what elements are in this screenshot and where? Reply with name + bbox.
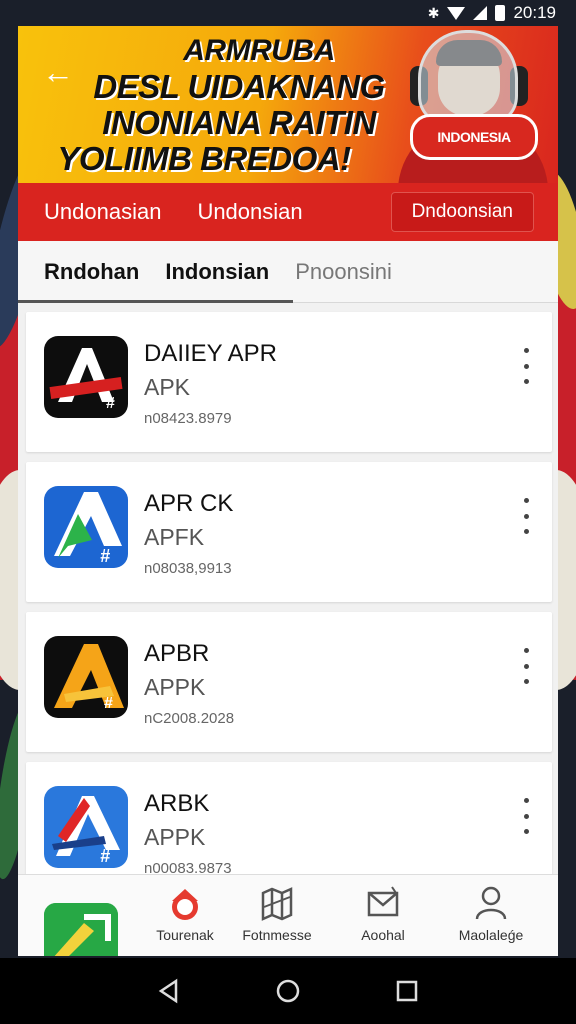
more-options-icon[interactable] — [516, 498, 536, 534]
app-kind: APPK — [144, 824, 206, 850]
svg-text:#: # — [104, 695, 113, 712]
map-icon — [261, 887, 293, 921]
list-item[interactable]: # APR CK APFK n08038,9913 — [26, 462, 552, 602]
nav-label-profile: Maolaleǵe — [458, 927, 524, 943]
app-icon-a-blue-green: # — [44, 486, 128, 568]
category-tab-2[interactable]: Undonsian — [197, 199, 302, 225]
app-version: n08038,9913 — [144, 560, 232, 577]
nav-label-map: Fotnmesse — [242, 927, 312, 943]
mail-icon — [367, 886, 399, 917]
svg-text:#: # — [100, 846, 110, 866]
app-icon-a-orange: # — [44, 636, 128, 718]
list-item[interactable]: # APBR APPK nC2008.2028 — [26, 612, 552, 752]
status-time: 20:19 — [513, 3, 556, 22]
svg-text:#: # — [100, 546, 110, 566]
bluetooth-icon: ✱ — [427, 4, 440, 21]
banner-headline: ARMRUBA DESL UIDAKNANG INONIANA RAITIN Y… — [57, 26, 404, 183]
app-version: n08423.8979 — [144, 410, 232, 427]
app-name: APBR — [144, 640, 210, 667]
status-bar: ✱ 20:19 — [0, 0, 576, 26]
category-button[interactable]: Dndoonsian — [390, 192, 534, 232]
launcher-app-icon[interactable] — [44, 903, 118, 956]
app-name: DAIIEY APR — [144, 340, 277, 367]
more-options-icon[interactable] — [516, 348, 536, 384]
home-icon — [172, 889, 198, 920]
banner-line-4: YOLIIMB BREDOA! — [57, 139, 351, 177]
category-tab-1[interactable]: Undonasian — [44, 199, 161, 225]
nav-label-mail: Aoohal — [361, 927, 405, 943]
app-version: nC2008.2028 — [144, 710, 235, 727]
recents-square-icon[interactable] — [394, 978, 420, 1004]
tab-1[interactable]: Rndohan — [44, 259, 139, 285]
mascot-collar-text: INDONESIA — [437, 129, 511, 145]
back-arrow-icon[interactable]: ← — [40, 54, 76, 90]
nav-item-profile[interactable]: Maolaleǵe — [436, 885, 546, 943]
banner-line-2: DESL UIDAKNANG — [93, 67, 385, 105]
tab-2[interactable]: Indonsian — [165, 259, 269, 285]
more-options-icon[interactable] — [516, 798, 536, 834]
app-icon-a-black: # — [44, 336, 128, 418]
app-kind: APK — [144, 374, 191, 400]
list-item[interactable]: # DAIIEY APR APK n08423.8979 — [26, 312, 552, 452]
promo-banner[interactable]: ← ARMRUBA DESL UIDAKNANG INONIANA RAITIN… — [18, 26, 558, 183]
profile-icon — [475, 886, 507, 920]
mascot-illustration: INDONESIA — [388, 26, 548, 183]
app-name: APR CK — [144, 490, 234, 517]
system-navigation-bar — [0, 958, 576, 1024]
tab-3[interactable]: Pnoonsini — [295, 259, 392, 285]
app-kind: APPK — [144, 674, 206, 700]
banner-line-3: INONIANA RAITIN — [102, 103, 376, 141]
back-triangle-icon[interactable] — [156, 978, 182, 1004]
wifi-icon — [447, 6, 466, 20]
svg-text:#: # — [106, 395, 115, 412]
bottom-navigation: Tourenak Fotnmesse Aoohal Maolaleǵe — [18, 874, 558, 956]
app-name: ARBK — [144, 790, 210, 817]
app-list: # DAIIEY APR APK n08423.8979 # APR CK AP… — [26, 312, 552, 912]
tab-indicator — [18, 300, 293, 303]
category-bar: Undonasian Undonsian Dndoonsian — [18, 183, 558, 241]
nav-item-map[interactable]: Fotnmesse — [222, 885, 332, 943]
home-circle-icon[interactable] — [275, 978, 301, 1004]
app-icon-a-blue-red: # — [44, 786, 128, 868]
battery-icon — [495, 5, 506, 21]
app-kind: APFK — [144, 524, 205, 550]
more-options-icon[interactable] — [516, 648, 536, 684]
nav-item-mail[interactable]: Aoohal — [328, 885, 438, 943]
banner-line-1: ARMRUBA — [183, 33, 335, 67]
tab-bar: Rndohan Indonsian Pnoonsini — [18, 241, 558, 303]
signal-icon — [473, 6, 488, 20]
app-window: ← ARMRUBA DESL UIDAKNANG INONIANA RAITIN… — [18, 26, 558, 956]
